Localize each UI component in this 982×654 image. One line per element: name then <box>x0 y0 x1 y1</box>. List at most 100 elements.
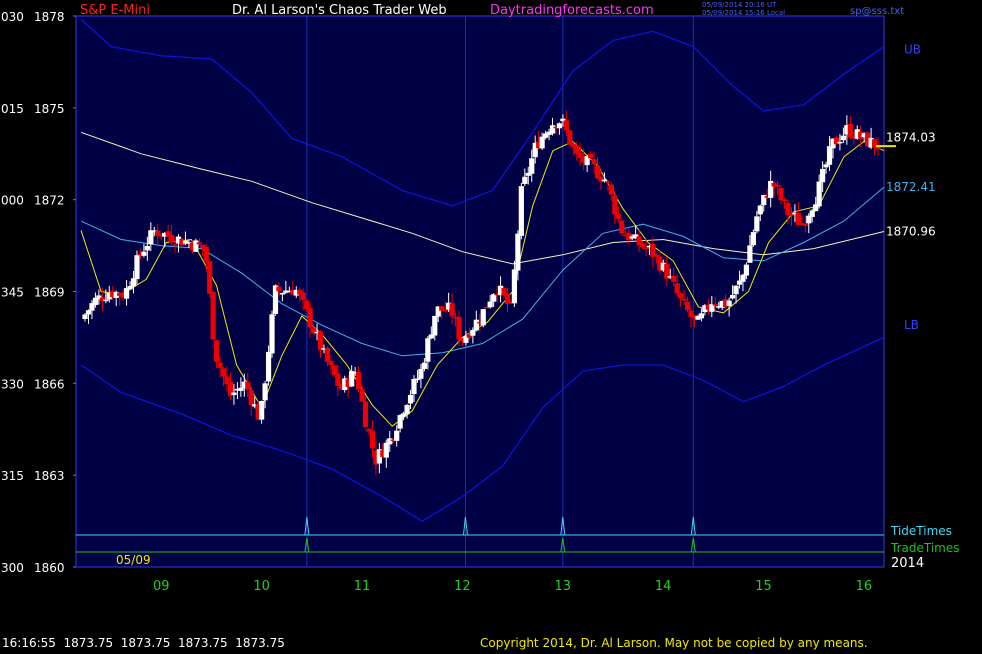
candle-body-147 <box>591 159 597 165</box>
candle-body-153 <box>612 195 618 215</box>
candle-body-47 <box>245 381 251 390</box>
candle-body-190 <box>740 274 746 282</box>
candle-body-208 <box>802 224 808 226</box>
candle-body-210 <box>809 210 815 217</box>
candle-body-33 <box>196 242 202 245</box>
candle-body-12 <box>123 288 130 299</box>
y-tick-alt-3: 345 <box>1 286 24 300</box>
x-tick-label-14: 14 <box>655 579 672 594</box>
y-tick-label-1: 1875 <box>34 102 65 116</box>
x-tick-label-15: 15 <box>755 579 772 594</box>
x-tick-label-13: 13 <box>555 579 572 594</box>
data-file: sp@sss.txt <box>850 6 904 17</box>
author-title: Dr. Al Larson's Chaos Trader Web <box>232 3 447 18</box>
candle-body-99 <box>425 338 431 362</box>
utc-time: 05/09/2014 20:16 UT <box>702 1 777 9</box>
candle-body-219 <box>840 135 846 141</box>
candle-body-38 <box>214 340 220 362</box>
candle-body-6 <box>103 299 109 302</box>
candle-body-174 <box>684 301 691 311</box>
candle-body-192 <box>747 245 753 263</box>
candle-body-101 <box>432 315 438 336</box>
website-link[interactable]: Daytradingforecasts.com <box>490 3 654 18</box>
candle-body-71 <box>328 360 334 365</box>
candle-body-135 <box>549 125 556 134</box>
candle-body-213 <box>820 168 826 183</box>
candle-body-83 <box>369 430 376 449</box>
candle-body-39 <box>217 362 223 368</box>
candle-body-171 <box>674 283 680 294</box>
candle-body-182 <box>712 304 718 306</box>
candle-body-43 <box>231 392 237 395</box>
x-tick-label-10: 10 <box>253 579 270 594</box>
candle-body-68 <box>317 331 324 351</box>
candle-body-152 <box>608 184 614 195</box>
candle-body-193 <box>750 232 756 246</box>
candle-body-88 <box>387 438 393 445</box>
y-tick-label-5: 1863 <box>34 469 65 483</box>
copyright-notice: Copyright 2014, Dr. Al Larson. May not b… <box>480 636 868 650</box>
candle-body-200 <box>774 184 781 187</box>
candle-body-201 <box>778 187 784 201</box>
candle-body-215 <box>826 146 833 165</box>
candle-body-54 <box>269 314 275 354</box>
candle-body-106 <box>449 303 455 317</box>
candle-body-1 <box>85 310 92 315</box>
candle-body-125 <box>515 233 521 271</box>
candle-body-127 <box>522 176 528 184</box>
candle-body-162 <box>643 247 649 250</box>
candle-body-57 <box>279 293 286 295</box>
right-label-4: LB <box>904 318 919 332</box>
candle-body-81 <box>362 401 369 428</box>
candle-body-64 <box>304 300 310 310</box>
candle-body-202 <box>781 199 788 202</box>
chaos-trader-chart: 030 1878 015 1875 000 1872 345 1869 330 1866 315 18… <box>0 0 982 650</box>
candle-body-80 <box>359 388 365 402</box>
candle-body-203 <box>785 202 791 215</box>
right-label-2: 1872.41 <box>886 180 936 194</box>
candle-body-142 <box>574 145 580 154</box>
candle-body-90 <box>394 430 400 441</box>
candle-body-56 <box>276 286 282 292</box>
candle-body-221 <box>847 123 853 138</box>
plot-area <box>75 15 885 568</box>
y-tick-alt-2: 000 <box>1 194 24 208</box>
y-tick-label-4: 1866 <box>34 377 65 391</box>
candle-body-195 <box>757 205 763 215</box>
legend-tide-times: TideTimes <box>890 524 952 538</box>
candle-body-14 <box>130 278 137 287</box>
candle-body-91 <box>397 414 403 429</box>
candle-body-51 <box>259 401 265 420</box>
candle-body-52 <box>262 383 268 401</box>
price-chart: 030 1878 015 1875 000 1872 345 1869 330 1866 315 18… <box>0 0 982 650</box>
y-tick-alt-0: 030 <box>1 10 24 24</box>
candle-body-117 <box>487 301 493 308</box>
y-tick-alt-6: 300 <box>1 561 24 575</box>
candle-body-98 <box>421 362 427 369</box>
legend-trade-times: TradeTimes <box>890 541 959 555</box>
year-label: 2014 <box>891 556 924 571</box>
candle-body-139 <box>563 120 569 131</box>
candle-body-63 <box>300 292 306 301</box>
right-label-0: UB <box>904 43 921 57</box>
candle-body-15 <box>134 255 140 280</box>
candle-body-112 <box>470 329 476 336</box>
candle-body-93 <box>404 404 410 415</box>
candle-body-151 <box>605 181 611 183</box>
candle-body-186 <box>726 300 732 306</box>
session-date: 05/09 <box>116 553 151 567</box>
y-tick-alt-4: 330 <box>1 377 24 391</box>
local-time: 05/09/2014 15:16 Local <box>702 9 785 17</box>
candle-body-108 <box>456 316 462 340</box>
candle-body-32 <box>193 240 199 252</box>
candle-body-194 <box>754 216 760 232</box>
last-quote: 16:16:55 1873.75 1873.75 1873.75 1873.75 <box>2 636 285 650</box>
candle-body-191 <box>743 264 750 276</box>
x-tick-label-09: 09 <box>153 579 170 594</box>
candle-body-140 <box>567 130 573 145</box>
candle-body-212 <box>816 181 822 207</box>
y-tick-alt-1: 015 <box>1 102 24 116</box>
candle-body-178 <box>698 313 705 319</box>
x-tick-label-16: 16 <box>856 579 873 594</box>
candle-body-148 <box>594 165 601 179</box>
